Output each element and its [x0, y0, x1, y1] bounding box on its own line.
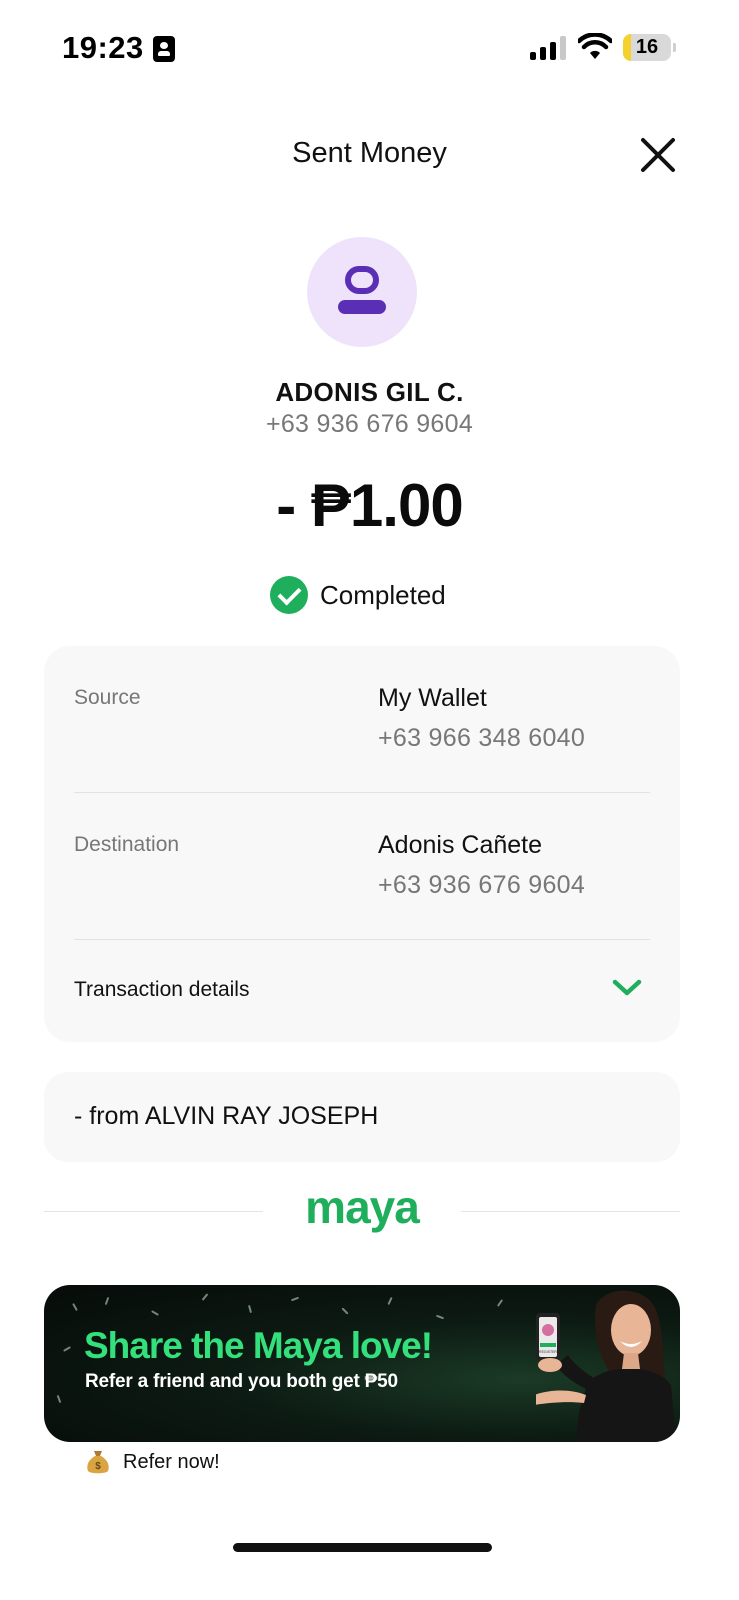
banner-headline: Share the Maya love! — [84, 1325, 433, 1366]
destination-label: Destination — [74, 833, 180, 856]
destination-row: Destination Adonis Cañete +63 936 676 96… — [74, 831, 650, 941]
divider — [74, 939, 650, 940]
transaction-details-label: Transaction details — [74, 978, 250, 1001]
status-badge: Completed — [270, 575, 446, 615]
home-indicator — [233, 1543, 492, 1552]
banner-subtext: Refer a friend and you both get ₱50 — [85, 1371, 398, 1392]
refer-now-link[interactable]: $ Refer now! — [86, 1447, 220, 1477]
source-number: +63 966 348 6040 — [378, 724, 586, 752]
source-name: My Wallet — [378, 684, 487, 712]
source-row: Source My Wallet +63 966 348 6040 — [74, 684, 650, 794]
status-bar: 19:23 16 — [0, 0, 739, 100]
status-time: 19:23 — [62, 30, 144, 65]
destination-number: +63 936 676 9604 — [378, 871, 586, 899]
money-bag-icon: $ — [87, 1451, 109, 1474]
transaction-card: Source My Wallet +63 966 348 6040 Destin… — [44, 646, 680, 1042]
status-text: Completed — [320, 579, 446, 610]
page-title: Sent Money — [292, 137, 447, 169]
battery-cap — [673, 43, 676, 52]
chevron-down-icon — [612, 979, 642, 996]
signal-icon — [530, 36, 566, 60]
refer-now-label: Refer now! — [123, 1450, 220, 1473]
recipient-phone: +63 936 676 9604 — [265, 410, 474, 438]
divider-left — [44, 1211, 263, 1212]
note-text: - from ALVIN RAY JOSEPH — [74, 1102, 379, 1130]
divider-right — [461, 1211, 680, 1212]
id-card-icon — [153, 36, 175, 62]
avatar — [307, 237, 417, 347]
person-icon-base — [338, 300, 386, 314]
svg-text:$: $ — [95, 1461, 101, 1472]
check-circle-icon — [270, 576, 308, 614]
transaction-details-toggle[interactable]: Transaction details — [74, 972, 650, 1012]
divider — [74, 792, 650, 793]
battery-level: 16 — [635, 36, 659, 58]
person-illustration: REGISTER — [536, 1290, 676, 1442]
person-icon — [345, 266, 379, 294]
battery-icon: 16 — [623, 34, 671, 61]
promo-banner[interactable]: Share the Maya love! Refer a friend and … — [44, 1285, 680, 1442]
phone-screen-text: REGISTER — [539, 1350, 557, 1354]
maya-logo: maya — [305, 1181, 420, 1233]
transaction-amount: - ₱1.00 — [276, 472, 463, 539]
recipient-name: ADONIS GIL C. — [275, 377, 464, 407]
wifi-icon — [578, 33, 612, 59]
source-label: Source — [74, 686, 141, 709]
transaction-note: - from ALVIN RAY JOSEPH — [44, 1072, 680, 1162]
destination-name: Adonis Cañete — [378, 831, 543, 859]
close-icon[interactable] — [638, 135, 678, 175]
